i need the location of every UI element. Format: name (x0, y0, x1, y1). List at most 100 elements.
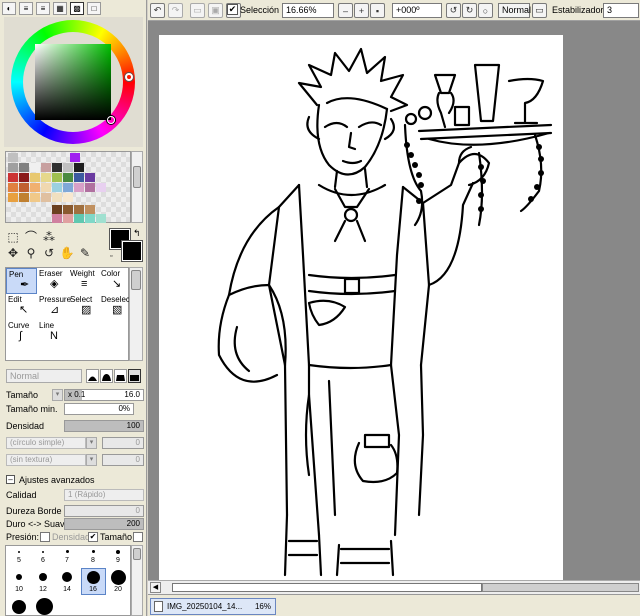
scroll-thumb[interactable] (482, 583, 639, 592)
move-icon[interactable]: ✥ (5, 246, 21, 261)
size-presets-scrollbar[interactable] (131, 545, 143, 616)
swatch-scrollbar[interactable] (131, 151, 143, 223)
swatch[interactable] (70, 153, 80, 162)
tool-curve[interactable]: Curve ∫ (6, 320, 37, 346)
swatch[interactable] (63, 183, 73, 192)
swatch[interactable] (41, 163, 51, 172)
tool-color[interactable]: Color ↘ (99, 268, 130, 294)
scratchpad-tab[interactable]: □ (87, 2, 101, 15)
swatch[interactable] (30, 163, 40, 172)
swatch[interactable] (41, 173, 51, 182)
scroll-track[interactable] (172, 583, 482, 592)
rotate-reset-icon[interactable]: ○ (478, 3, 493, 18)
selection-checkbox[interactable]: ✔ (227, 4, 238, 15)
swatch-tab[interactable]: ▦ (53, 2, 67, 15)
swatch[interactable] (74, 173, 84, 182)
swatch[interactable] (96, 183, 106, 192)
tool-eraser[interactable]: Eraser ◈ (37, 268, 68, 294)
swatch[interactable] (74, 163, 84, 172)
eyedropper-icon[interactable]: ✎ (77, 246, 93, 261)
swatch[interactable] (52, 205, 62, 214)
swatch[interactable] (52, 214, 62, 223)
swatch[interactable] (74, 214, 84, 223)
brush-mode-select[interactable]: Normal (6, 369, 82, 383)
swatch[interactable] (63, 163, 73, 172)
magic-wand-icon[interactable]: ⁂ (41, 230, 57, 245)
swatch[interactable] (74, 205, 84, 214)
color-wheel-tab[interactable]: ◐ (2, 2, 16, 15)
deselect-all-icon[interactable]: ▭ (190, 3, 205, 18)
rgb-slider-tab[interactable]: ≡ (19, 2, 33, 15)
swatch[interactable] (8, 153, 18, 162)
swatch[interactable] (52, 183, 62, 192)
swatch[interactable] (41, 183, 51, 192)
pressure-extra-checkbox[interactable] (133, 532, 143, 542)
swatch[interactable] (63, 173, 73, 182)
swatch[interactable] (8, 183, 18, 192)
rotate-icon[interactable]: ↺ (41, 246, 57, 261)
swatch[interactable] (41, 193, 51, 202)
horizontal-scrollbar[interactable]: ◀ (148, 580, 640, 594)
stabilizer-toggle-icon[interactable]: ▭ (532, 3, 547, 18)
swatch[interactable] (19, 193, 29, 202)
invert-selection-icon[interactable]: ▣ (208, 3, 223, 18)
swatch[interactable] (85, 214, 95, 223)
drawing-canvas[interactable] (159, 35, 563, 583)
swatch[interactable] (30, 183, 40, 192)
color-swatches[interactable] (5, 151, 131, 223)
swatch[interactable] (52, 193, 62, 202)
texture-strength[interactable]: 0 (102, 454, 144, 466)
size-multiplier-button[interactable]: ▾ (52, 389, 63, 401)
scroll-left-icon[interactable]: ◀ (150, 582, 161, 593)
swatch[interactable] (8, 163, 18, 172)
brush-shape-arrow-icon[interactable]: ▾ (86, 437, 97, 449)
swatch[interactable] (85, 205, 95, 214)
brush-shape-dropdown[interactable]: (círculo simple) (6, 437, 86, 449)
lasso-icon[interactable]: ⌒ (23, 230, 39, 245)
swatch[interactable] (85, 173, 95, 182)
shape-soft-icon[interactable] (86, 369, 99, 383)
document-tab[interactable]: IMG_20250104_14... 16% (150, 598, 276, 615)
tool-line[interactable]: Line N (37, 320, 68, 346)
canvas-area[interactable] (148, 21, 640, 583)
shape-hard-icon[interactable] (114, 369, 127, 383)
hard-soft-slider[interactable]: 200 (64, 518, 144, 530)
rotate-left-icon[interactable]: ↺ (446, 3, 461, 18)
zoom-field[interactable]: 16.66% (282, 3, 334, 18)
advanced-header[interactable]: – Ajustes avanzados (6, 473, 144, 487)
stabilizer-select[interactable]: 3 (603, 3, 639, 18)
zoom-out-icon[interactable]: – (338, 3, 353, 18)
quality-dropdown[interactable]: 1 (Rápido) (64, 489, 144, 501)
pressure-density-checkbox[interactable] (40, 532, 50, 542)
tool-select[interactable]: Select ▨ (68, 294, 99, 320)
rotate-right-icon[interactable]: ↻ (462, 3, 477, 18)
collapse-icon[interactable]: – (6, 475, 15, 484)
hsv-slider-tab[interactable]: ≡ (36, 2, 50, 15)
texture-dropdown[interactable]: (sin textura) (6, 454, 86, 466)
rotation-field[interactable]: +000º (392, 3, 442, 18)
texture-arrow-icon[interactable]: ▾ (86, 454, 97, 466)
zoom-icon[interactable]: ⚲ (23, 246, 39, 261)
saturation-value-square[interactable] (35, 44, 111, 120)
palette-tab[interactable]: ▩ (70, 2, 84, 15)
tool-grid-scrollbar[interactable] (129, 267, 143, 361)
swatch[interactable] (19, 173, 29, 182)
size-slider[interactable]: x 0.1 16.0 (64, 389, 144, 401)
reset-colors-icon[interactable]: ▫ (110, 253, 112, 260)
swatch[interactable] (63, 193, 73, 202)
redo-icon[interactable]: ↷ (168, 3, 183, 18)
swatch[interactable] (8, 173, 18, 182)
tool-pressure[interactable]: Pressure ⊿ (37, 294, 71, 320)
hue-marker[interactable] (125, 73, 133, 81)
tool-deselect[interactable]: Deselect ▧ (99, 294, 132, 320)
blend-mode-select[interactable]: Normal (498, 3, 531, 18)
pressure-size-checkbox[interactable]: ✔ (88, 532, 98, 542)
tool-edit[interactable]: Edit ↖ (6, 294, 37, 320)
swatch[interactable] (63, 205, 73, 214)
edge-hardness-slider[interactable]: 0 (64, 505, 144, 517)
min-size-slider[interactable]: 0% (64, 403, 134, 415)
zoom-reset-icon[interactable]: ▪ (370, 3, 385, 18)
swatch[interactable] (19, 183, 29, 192)
swatch[interactable] (63, 214, 73, 223)
tool-weight[interactable]: Weight ≡ (68, 268, 99, 294)
